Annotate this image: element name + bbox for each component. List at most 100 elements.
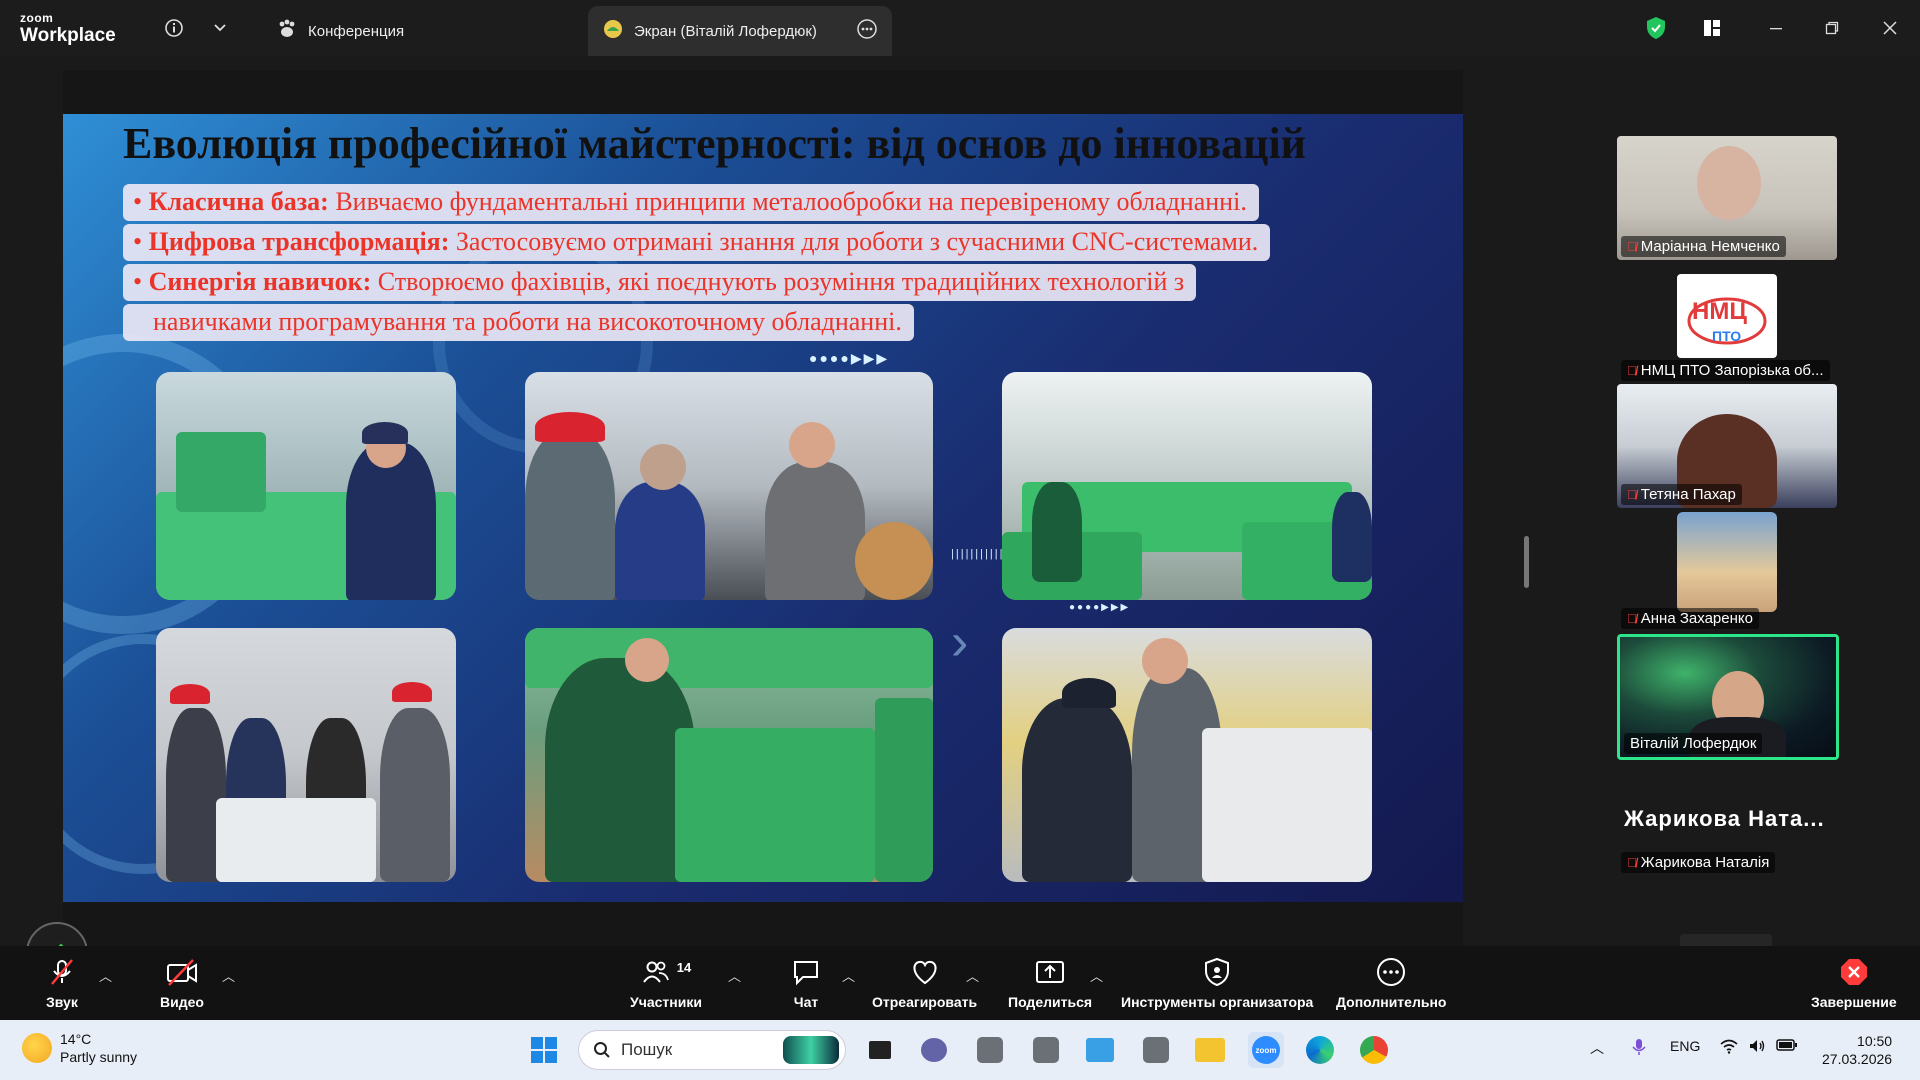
slide-bullet: • Цифрова трансформація: Застосовуємо от… bbox=[123, 224, 1271, 261]
windows-start-icon[interactable] bbox=[526, 1032, 562, 1068]
end-meeting-button[interactable]: Завершение bbox=[1811, 956, 1897, 1010]
participant-name: Маріанна Немченко bbox=[1640, 238, 1780, 255]
photos-app-icon[interactable] bbox=[1082, 1032, 1118, 1068]
security-shield-icon[interactable] bbox=[1640, 12, 1672, 44]
participant-name: Тетяна Пахар bbox=[1640, 486, 1736, 503]
file-explorer-icon[interactable] bbox=[1192, 1032, 1228, 1068]
host-tools-button[interactable]: Инструменты организатора bbox=[1121, 956, 1313, 1010]
clock-date: 27.03.2026 bbox=[1822, 1051, 1893, 1067]
organization-logo: НМЦ ПТО bbox=[1677, 274, 1777, 358]
bullet-term: Цифрова трансформація: bbox=[148, 227, 450, 256]
minimize-icon[interactable] bbox=[1760, 12, 1792, 44]
host-tools-label: Инструменты организатора bbox=[1121, 994, 1314, 1010]
video-label: Видео bbox=[160, 994, 204, 1010]
more-button[interactable]: Дополнительно bbox=[1336, 956, 1446, 1010]
muted-mic-icon: 🎙̸ bbox=[1627, 363, 1637, 378]
show-hidden-icons-caret[interactable]: ︿ bbox=[1590, 1038, 1604, 1058]
meeting-area: ●●●●▶▶▶ ||||||||||| ●●●●▶▶▶ › Еволюція п… bbox=[0, 56, 1920, 984]
share-button[interactable]: Поделиться bbox=[1008, 956, 1092, 1010]
search-highlight-image bbox=[783, 1036, 839, 1064]
close-icon[interactable] bbox=[1874, 12, 1906, 44]
participant-tile[interactable]: 🎙̸ Маріанна Немченко bbox=[1617, 136, 1837, 260]
share-screen-icon bbox=[1034, 956, 1066, 988]
participants-button[interactable]: 14 Участники bbox=[630, 956, 702, 1011]
logo-line1: zoom bbox=[20, 11, 54, 25]
app-icon[interactable] bbox=[972, 1032, 1008, 1068]
chevron-decoration: › bbox=[951, 613, 971, 671]
taskbar-search[interactable]: Пошук bbox=[578, 1030, 846, 1070]
mic-muted-icon bbox=[47, 956, 77, 988]
participant-name: Віталій Лофердюк bbox=[1630, 735, 1757, 752]
task-view-icon[interactable] bbox=[862, 1032, 898, 1068]
workshop-photo bbox=[1002, 372, 1372, 600]
restore-icon[interactable] bbox=[1816, 12, 1848, 44]
muted-mic-icon: 🎙̸ bbox=[1627, 239, 1637, 254]
tab-conference[interactable]: Конференция bbox=[262, 6, 418, 56]
zoom-logo: zoom Workplace bbox=[20, 12, 116, 45]
react-label: Отреагировать bbox=[872, 994, 978, 1010]
teams-icon[interactable] bbox=[916, 1032, 952, 1068]
slide-bullet: • Класична база: Вивчаємо фундаментальні… bbox=[123, 184, 1259, 221]
more-options-icon[interactable] bbox=[856, 18, 878, 44]
participant-tile[interactable]: 🎙̸ Анна Захаренко bbox=[1617, 512, 1837, 632]
tab-screen-share[interactable]: Экран (Віталій Лофердюк) bbox=[588, 6, 892, 56]
panel-resize-handle[interactable] bbox=[1524, 536, 1529, 588]
audio-label: Звук bbox=[46, 994, 78, 1010]
arrow-dots-decoration: ●●●●▶▶▶ bbox=[1069, 602, 1131, 613]
chrome-browser-icon[interactable] bbox=[1356, 1032, 1392, 1068]
bullet-term: Синергія навичок: bbox=[148, 267, 372, 296]
video-options-caret[interactable]: ︿ bbox=[222, 966, 235, 985]
participant-name: Жарикова Наталія bbox=[1640, 854, 1770, 871]
layout-view-icon[interactable] bbox=[1696, 12, 1728, 44]
participant-name-tag: 🎙̸ Анна Захаренко bbox=[1621, 608, 1759, 629]
participant-name-tag: 🎙̸ Тетяна Пахар bbox=[1621, 484, 1742, 505]
participant-tile[interactable]: 🎙̸ Тетяна Пахар bbox=[1617, 384, 1837, 508]
chat-options-caret[interactable]: ︿ bbox=[842, 966, 855, 985]
video-button[interactable]: Видео bbox=[160, 956, 204, 1010]
participant-tile[interactable]: НМЦ ПТО 🎙̸ НМЦ ПТО Запорізька об... bbox=[1617, 264, 1837, 384]
share-options-caret[interactable]: ︿ bbox=[1090, 966, 1103, 985]
participants-label: Участники bbox=[630, 994, 702, 1010]
slide-bullet-continuation: навичками програмування та роботи на вис… bbox=[123, 304, 914, 341]
react-options-caret[interactable]: ︿ bbox=[966, 966, 979, 985]
chat-icon bbox=[791, 956, 821, 988]
shared-screen-icon bbox=[602, 18, 624, 44]
participant-name: Анна Захаренко bbox=[1640, 610, 1753, 627]
slide-bullet: • Синергія навичок: Створюємо фахівців, … bbox=[123, 264, 1197, 301]
slide-bullets: • Класична база: Вивчаємо фундаментальні… bbox=[123, 184, 1463, 344]
weather-temperature: 14°C bbox=[60, 1031, 92, 1047]
participant-name-tag: 🎙̸ НМЦ ПТО Запорізька об... bbox=[1621, 360, 1830, 381]
workshop-photo bbox=[156, 372, 456, 600]
edge-browser-icon[interactable] bbox=[1302, 1032, 1338, 1068]
search-icon bbox=[594, 1042, 610, 1058]
clock-time: 10:50 bbox=[1857, 1033, 1893, 1049]
weather-widget[interactable]: 14°C Partly sunny bbox=[22, 1030, 137, 1066]
participants-options-caret[interactable]: ︿ bbox=[728, 966, 741, 985]
chat-label: Чат bbox=[793, 994, 819, 1010]
partly-sunny-icon bbox=[22, 1033, 52, 1063]
wifi-icon[interactable] bbox=[1720, 1038, 1738, 1057]
microphone-tray-icon[interactable] bbox=[1632, 1038, 1646, 1059]
language-indicator[interactable]: ENG bbox=[1670, 1038, 1700, 1054]
audio-options-caret[interactable]: ︿ bbox=[99, 966, 112, 985]
slide-title: Еволюція професійної майстерності: від о… bbox=[123, 119, 1307, 168]
muted-mic-icon: 🎙̸ bbox=[1627, 487, 1637, 502]
app-icon[interactable] bbox=[1138, 1032, 1174, 1068]
participant-name-tag: Віталій Лофердюк bbox=[1624, 733, 1763, 754]
zoom-taskbar-icon[interactable]: zoom bbox=[1248, 1032, 1284, 1068]
tab-screen-share-label: Экран (Віталій Лофердюк) bbox=[634, 22, 817, 40]
weather-description: Partly sunny bbox=[60, 1049, 138, 1065]
volume-icon[interactable] bbox=[1748, 1038, 1766, 1057]
audio-button[interactable]: Звук bbox=[46, 956, 78, 1010]
app-icon[interactable] bbox=[1028, 1032, 1064, 1068]
info-icon[interactable] bbox=[160, 14, 188, 42]
battery-icon[interactable] bbox=[1776, 1038, 1798, 1055]
chevron-down-icon[interactable] bbox=[206, 14, 234, 42]
chat-button[interactable]: Чат bbox=[791, 956, 821, 1010]
meeting-toolbar: Звук ︿ Видео ︿ 14 Участники ︿ Чат ︿ Отре… bbox=[0, 946, 1920, 1020]
workshop-photo bbox=[1002, 628, 1372, 882]
windows-taskbar: 14°C Partly sunny Пошук zoom ︿ ENG 10:50… bbox=[0, 1020, 1920, 1080]
react-button[interactable]: Отреагировать bbox=[872, 956, 977, 1010]
participant-tile-active-speaker[interactable]: Віталій Лофердюк bbox=[1617, 634, 1839, 760]
system-clock[interactable]: 10:50 27.03.2026 bbox=[1822, 1032, 1892, 1068]
